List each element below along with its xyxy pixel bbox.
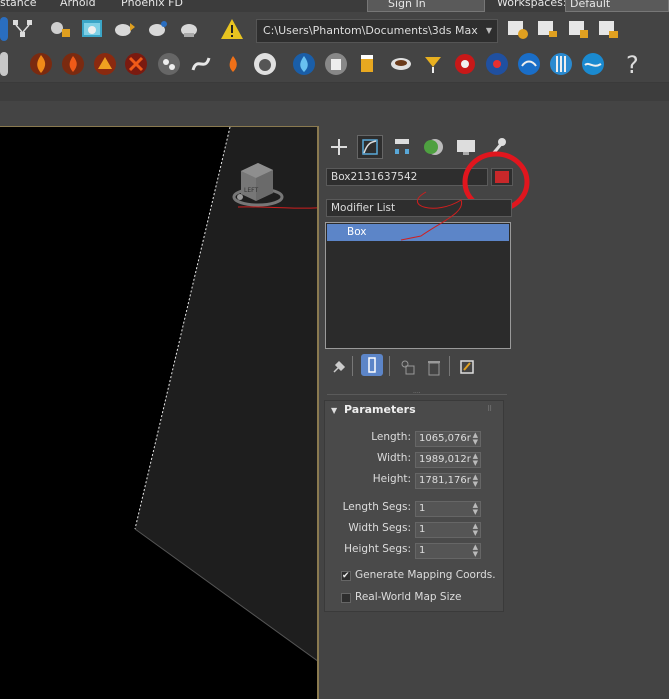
rollout-grip-icon: ⠿ bbox=[487, 405, 493, 413]
svg-text:?: ? bbox=[626, 52, 639, 76]
height-label: Height: bbox=[372, 473, 411, 485]
ocean-icon[interactable] bbox=[517, 52, 541, 76]
width-label: Width: bbox=[376, 452, 411, 464]
modify-tab-icon[interactable] bbox=[357, 135, 383, 159]
grip-icon: .... bbox=[413, 388, 421, 395]
viewport[interactable]: LEFT bbox=[0, 126, 319, 699]
toolbar-handle-icon[interactable] bbox=[0, 52, 8, 76]
spinner-arrows-icon[interactable]: ▲ ▼ bbox=[473, 453, 478, 467]
flame-icon[interactable] bbox=[221, 52, 245, 76]
configure-modifier-sets-icon[interactable] bbox=[458, 358, 476, 376]
length-spinner[interactable]: 1065,076r ▲ ▼ bbox=[415, 431, 481, 447]
schematic-view-icon[interactable] bbox=[11, 17, 35, 41]
annotation-scribble bbox=[237, 206, 317, 209]
fire-simulator-icon[interactable] bbox=[93, 52, 117, 76]
beer-mug-icon[interactable] bbox=[356, 52, 380, 76]
render-production-icon[interactable] bbox=[113, 17, 137, 41]
project-settings-icon[interactable] bbox=[566, 17, 590, 41]
divider bbox=[389, 356, 390, 376]
main-toolbar: C:\Users\Phantom\Documents\3ds Max 2021 … bbox=[0, 12, 669, 59]
width-spinner[interactable]: 1989,012r ▲ ▼ bbox=[415, 452, 481, 468]
rendered-frame-window-icon[interactable] bbox=[80, 17, 104, 41]
pin-stack-icon[interactable] bbox=[331, 359, 347, 375]
motion-tab-icon[interactable] bbox=[421, 135, 447, 159]
liquid-drop-icon[interactable] bbox=[292, 52, 316, 76]
cocktail-icon[interactable] bbox=[421, 52, 445, 76]
width-segs-spinner[interactable]: 1 ▲ ▼ bbox=[415, 522, 481, 538]
parameters-rollout: ▼ Parameters ⠿ Length: 1065,076r ▲ ▼ Widt… bbox=[324, 400, 504, 612]
menu-item-arnold[interactable]: Arnold bbox=[60, 0, 96, 9]
real-world-map-checkbox[interactable] bbox=[341, 593, 351, 603]
remove-modifier-icon[interactable] bbox=[425, 358, 443, 376]
workspaces-label: Workspaces: bbox=[497, 0, 567, 9]
height-spinner[interactable]: 1781,176r ▲ ▼ bbox=[415, 473, 481, 489]
mesher-icon[interactable] bbox=[485, 52, 509, 76]
height-segs-spinner[interactable]: 1 ▲ ▼ bbox=[415, 543, 481, 559]
open-project-icon[interactable] bbox=[535, 17, 559, 41]
length-label: Length: bbox=[371, 431, 411, 443]
new-project-icon[interactable] bbox=[596, 17, 620, 41]
generate-mapping-label: Generate Mapping Coords. bbox=[355, 569, 496, 581]
foam-icon[interactable] bbox=[253, 52, 277, 76]
show-end-result-icon[interactable] bbox=[361, 354, 383, 376]
length-segs-spinner[interactable]: 1 ▲ ▼ bbox=[415, 501, 481, 517]
width-segs-label: Width Segs: bbox=[348, 522, 411, 534]
length-segs-value: 1 bbox=[419, 503, 426, 514]
fire-icon[interactable] bbox=[29, 52, 53, 76]
ribbon-strip bbox=[0, 83, 669, 101]
height-segs-value: 1 bbox=[419, 545, 426, 556]
generate-mapping-checkbox[interactable]: ✔ bbox=[341, 571, 351, 581]
object-name-text: Box2131637542 bbox=[331, 171, 418, 183]
project-folder-icon[interactable] bbox=[505, 17, 529, 41]
workspace-value: Default bbox=[570, 0, 611, 10]
make-unique-icon[interactable] bbox=[399, 358, 417, 376]
annotation-scribble-2 bbox=[400, 191, 463, 241]
spinner-arrows-icon[interactable]: ▲ ▼ bbox=[473, 474, 478, 488]
width-segs-value: 1 bbox=[419, 524, 426, 535]
fire-grid-icon[interactable] bbox=[124, 52, 148, 76]
parameters-title[interactable]: Parameters bbox=[344, 403, 416, 416]
menu-item-instance[interactable]: stance bbox=[0, 0, 37, 9]
stack-item-label: Box bbox=[347, 226, 367, 238]
warning-icon[interactable] bbox=[220, 17, 244, 41]
wave-icon[interactable] bbox=[581, 52, 605, 76]
real-world-map-label: Real-World Map Size bbox=[355, 591, 462, 603]
height-value: 1781,176r bbox=[419, 475, 471, 486]
spinner-arrows-icon[interactable]: ▲ ▼ bbox=[473, 432, 478, 446]
length-segs-label: Length Segs: bbox=[342, 501, 411, 513]
snap-icon[interactable] bbox=[0, 17, 8, 41]
spinner-arrows-icon[interactable]: ▲ ▼ bbox=[473, 544, 478, 558]
help-icon[interactable]: ? bbox=[621, 51, 645, 79]
coffee-cup-icon[interactable] bbox=[389, 52, 413, 76]
divider bbox=[352, 356, 353, 376]
active-shade-icon[interactable] bbox=[178, 17, 202, 41]
fire-source-icon[interactable] bbox=[61, 52, 85, 76]
length-value: 1065,076r bbox=[419, 433, 471, 444]
sign-in-dropdown[interactable]: Sign In bbox=[367, 0, 485, 12]
create-tab-icon[interactable] bbox=[326, 135, 352, 159]
divider bbox=[449, 356, 450, 376]
workspace-select[interactable]: Default bbox=[565, 0, 669, 12]
render-setup-icon[interactable] bbox=[48, 17, 72, 41]
plugin-toolbar: ? bbox=[0, 46, 669, 83]
collapse-arrow-icon[interactable]: ▼ bbox=[331, 406, 337, 415]
liquid-source-icon[interactable] bbox=[324, 52, 348, 76]
splash-icon[interactable] bbox=[453, 52, 477, 76]
sign-in-label: Sign In bbox=[388, 0, 426, 10]
chevron-down-icon: ▼ bbox=[485, 26, 492, 35]
smoke-icon[interactable] bbox=[189, 52, 213, 76]
render-iterative-icon[interactable] bbox=[146, 17, 170, 41]
hierarchy-tab-icon[interactable] bbox=[389, 135, 415, 159]
project-path-dropdown[interactable]: C:\Users\Phantom\Documents\3ds Max 2021 … bbox=[256, 19, 498, 59]
waterfall-icon[interactable] bbox=[549, 52, 573, 76]
width-value: 1989,012r bbox=[419, 454, 471, 465]
height-segs-label: Height Segs: bbox=[344, 543, 411, 555]
spinner-arrows-icon[interactable]: ▲ ▼ bbox=[473, 523, 478, 537]
menu-bar: stance Arnold Phoenix FD Sign In Workspa… bbox=[0, 0, 669, 12]
command-panel: Box2131637542 Modifier List Box .... ▼ P… bbox=[321, 126, 669, 699]
particle-icon[interactable] bbox=[157, 52, 181, 76]
spinner-arrows-icon[interactable]: ▲ ▼ bbox=[473, 502, 478, 516]
menu-item-phoenix[interactable]: Phoenix FD bbox=[121, 0, 183, 9]
